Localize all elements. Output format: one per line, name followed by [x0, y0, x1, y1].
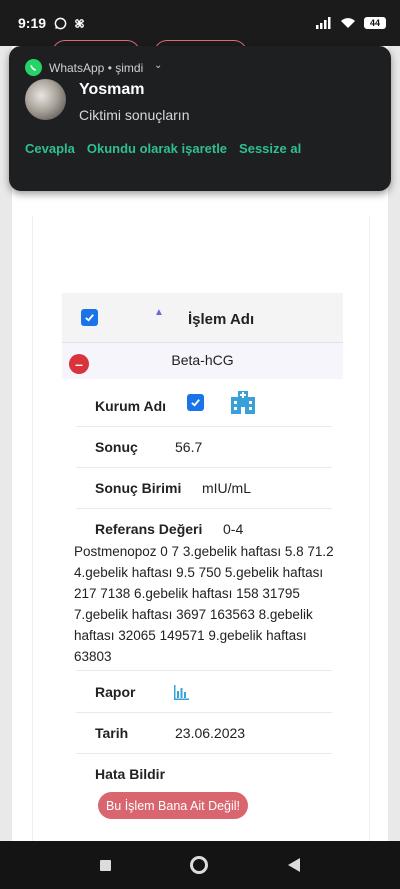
whatsapp-status-icon	[54, 17, 67, 29]
collapse-row-icon[interactable]: –	[69, 354, 89, 374]
referans-value: 0-4	[223, 521, 244, 537]
whatsapp-notification[interactable]: WhatsApp • şimdi ⌄ Yosmam Ciktimi sonuçl…	[9, 46, 391, 191]
referans-text: Postmenopoz 0 7 3.gebelik haftası 5.8 71…	[74, 544, 334, 664]
wifi-icon	[341, 18, 355, 28]
reply-action[interactable]: Cevapla	[25, 141, 75, 156]
hospital-icon	[231, 391, 255, 414]
row-test-name: Beta-hCG	[171, 352, 234, 368]
column-header-islem: İşlem Adı	[188, 311, 255, 328]
kurum-label: Kurum Adı	[95, 398, 167, 414]
detail-row-kurum: Kurum Adı	[76, 384, 332, 427]
kurum-checkbox[interactable]	[187, 394, 204, 411]
home-icon[interactable]	[190, 856, 209, 874]
table-header: ▲ İşlem Adı	[62, 293, 343, 343]
tarih-value: 23.06.2023	[175, 725, 246, 741]
sort-up-icon[interactable]: ▲	[154, 307, 164, 318]
birim-label: Sonuç Birimi	[95, 480, 182, 496]
expand-chevron-icon[interactable]: ⌄	[154, 60, 162, 71]
mute-action[interactable]: Sessize al	[239, 141, 301, 156]
whatsapp-icon	[25, 59, 42, 76]
tarih-label: Tarih	[95, 725, 129, 741]
avatar	[25, 79, 66, 120]
clock: 9:19	[18, 15, 47, 31]
referans-label: Referans Değeri	[95, 521, 203, 537]
navigation-bar	[0, 841, 400, 889]
detail-row-tarih: Tarih 23.06.2023	[76, 713, 332, 754]
detail-row-rapor: Rapor	[76, 671, 332, 713]
back-icon[interactable]	[288, 858, 301, 872]
select-all-checkbox[interactable]	[81, 309, 98, 326]
results-table: ▲ İşlem Adı Beta-hCG	[62, 293, 343, 379]
sonuc-value: 56.7	[175, 439, 203, 455]
notification-message: Ciktimi sonuçların	[79, 107, 190, 123]
notification-sender: Yosmam	[79, 81, 145, 98]
rapor-label: Rapor	[95, 684, 136, 700]
report-chart-icon[interactable]	[174, 685, 189, 700]
notification-app-name: WhatsApp • şimdi	[49, 61, 144, 75]
table-row[interactable]: Beta-hCG	[62, 343, 343, 379]
report-error-button[interactable]: Bu İşlem Bana Ait Değil!	[98, 792, 248, 819]
birim-value: mIU/mL	[202, 480, 251, 496]
detail-row-birim: Sonuç Birimi mIU/mL	[76, 468, 332, 509]
signal-icon	[316, 17, 331, 29]
pinwheel-status-icon	[75, 18, 84, 28]
recents-icon[interactable]	[99, 859, 111, 871]
detail-row-sonuc: Sonuç 56.7	[76, 427, 332, 468]
sonuc-label: Sonuç	[95, 439, 138, 455]
mark-read-action[interactable]: Okundu olarak işaretle	[87, 141, 227, 156]
hata-label: Hata Bildir	[95, 766, 166, 782]
notification-actions: Cevapla Okundu olarak işaretle Sessize a…	[25, 141, 301, 156]
battery-icon: 44	[364, 17, 386, 29]
